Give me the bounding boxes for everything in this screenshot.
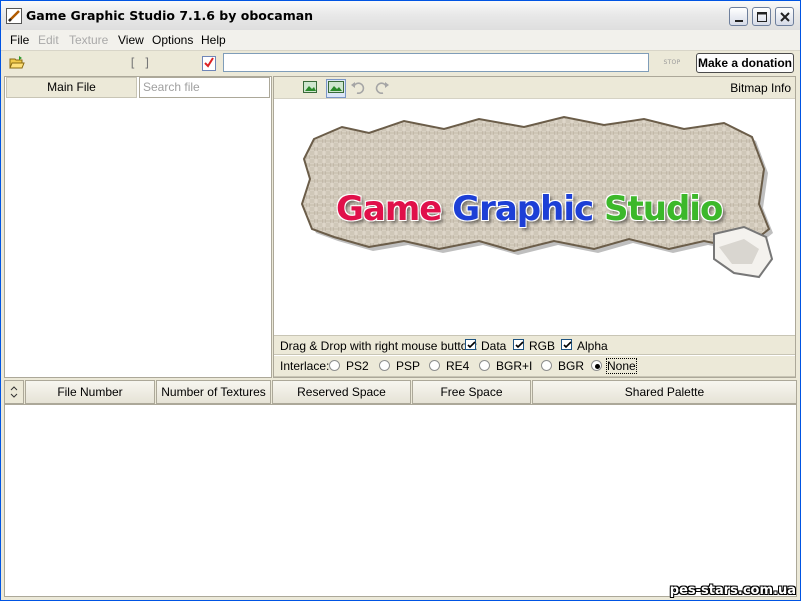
- radio-selected-dot: [595, 364, 600, 369]
- sort-toggle-button[interactable]: [4, 380, 24, 404]
- data-checkbox-label[interactable]: Data: [481, 339, 506, 353]
- app-window: Game Graphic Studio 7.1.6 by obocaman Fi…: [0, 0, 801, 601]
- psp-radio[interactable]: [379, 360, 390, 371]
- col-reserved-space[interactable]: Reserved Space: [272, 380, 411, 404]
- stop-button[interactable]: STOP: [653, 54, 691, 71]
- sort-arrows-icon: [10, 386, 18, 398]
- rgb-checkbox-label[interactable]: RGB: [529, 339, 555, 353]
- drag-drop-row: Drag & Drop with right mouse button: Dat…: [274, 335, 795, 355]
- data-checkbox[interactable]: [465, 339, 476, 350]
- menu-help[interactable]: Help: [201, 33, 226, 47]
- rgb-checkbox[interactable]: [513, 339, 524, 350]
- texture-table-header: File Number Number of Textures Reserved …: [4, 380, 797, 404]
- texture-table-body[interactable]: [4, 404, 797, 597]
- search-file-input[interactable]: Search file: [139, 77, 270, 98]
- close-button[interactable]: [775, 7, 794, 26]
- logo-title: Game Graphic Studio: [336, 189, 723, 229]
- donate-button[interactable]: Make a donation: [696, 53, 794, 73]
- fit-image-icon[interactable]: [302, 79, 318, 98]
- psp-radio-label[interactable]: PSP: [396, 359, 420, 373]
- undo-icon[interactable]: [350, 79, 366, 98]
- col-shared-palette[interactable]: Shared Palette: [532, 380, 797, 404]
- menu-file[interactable]: File: [10, 33, 29, 47]
- col-file-number[interactable]: File Number: [25, 380, 155, 404]
- col-number-of-textures[interactable]: Number of Textures: [156, 380, 271, 404]
- window-title: Game Graphic Studio 7.1.6 by obocaman: [26, 8, 314, 23]
- alpha-checkbox[interactable]: [561, 339, 572, 350]
- bgr-radio-label[interactable]: BGR: [558, 359, 584, 373]
- maximize-button[interactable]: [752, 7, 771, 26]
- menu-bar: File Edit Texture View Options Help: [1, 30, 800, 51]
- bgr-i-radio-label[interactable]: BGR+I: [496, 359, 532, 373]
- maximize-icon: [757, 12, 767, 22]
- app-icon: [6, 8, 22, 24]
- none-radio-label[interactable]: None: [606, 358, 637, 374]
- logo-word-graphic: Graphic: [452, 189, 594, 229]
- logo-image-area: Game Graphic Studio: [274, 99, 795, 335]
- bitmap-info-label[interactable]: Bitmap Info: [730, 81, 791, 95]
- none-radio[interactable]: [591, 360, 602, 371]
- file-path-input[interactable]: [223, 53, 649, 72]
- bgr-radio[interactable]: [541, 360, 552, 371]
- menu-view[interactable]: View: [118, 33, 144, 47]
- bgr-i-radio[interactable]: [479, 360, 490, 371]
- actual-size-icon[interactable]: [326, 79, 346, 98]
- col-free-space[interactable]: Free Space: [412, 380, 531, 404]
- site-watermark: pes-stars.com.ua: [669, 583, 796, 598]
- image-toolbar: Bitmap Info: [274, 77, 795, 99]
- title-bar[interactable]: Game Graphic Studio 7.1.6 by obocaman: [1, 1, 800, 31]
- empty-slot-icon[interactable]: [ ]: [129, 56, 151, 70]
- alpha-checkbox-label[interactable]: Alpha: [577, 339, 608, 353]
- logo-word-studio: Studio: [604, 189, 723, 229]
- menu-texture[interactable]: Texture: [69, 33, 108, 47]
- interlace-row: Interlace: PS2 PSP RE4 BGR+I BGR None: [274, 356, 795, 377]
- re4-radio-label[interactable]: RE4: [446, 359, 469, 373]
- minimize-icon: [735, 20, 743, 22]
- re4-radio[interactable]: [429, 360, 440, 371]
- main-file-header[interactable]: Main File: [6, 77, 137, 98]
- bitmap-panel: Bitmap Info Game Graphic Studio Drag & D…: [273, 76, 796, 378]
- check-document-icon[interactable]: [202, 55, 216, 74]
- logo-word-game: Game: [336, 189, 442, 229]
- menu-options[interactable]: Options: [152, 33, 193, 47]
- menu-edit[interactable]: Edit: [38, 33, 59, 47]
- interlace-label: Interlace:: [280, 359, 330, 373]
- main-toolbar: [ ] STOP Make a donation: [1, 51, 800, 76]
- close-icon: [780, 12, 790, 22]
- file-list-panel[interactable]: Main File Search file: [4, 76, 272, 378]
- ps2-radio-label[interactable]: PS2: [346, 359, 369, 373]
- minimize-button[interactable]: [729, 7, 748, 26]
- open-folder-icon[interactable]: [9, 55, 25, 74]
- drag-drop-label: Drag & Drop with right mouse button:: [280, 339, 478, 353]
- redo-icon[interactable]: [374, 79, 390, 98]
- ps2-radio[interactable]: [329, 360, 340, 371]
